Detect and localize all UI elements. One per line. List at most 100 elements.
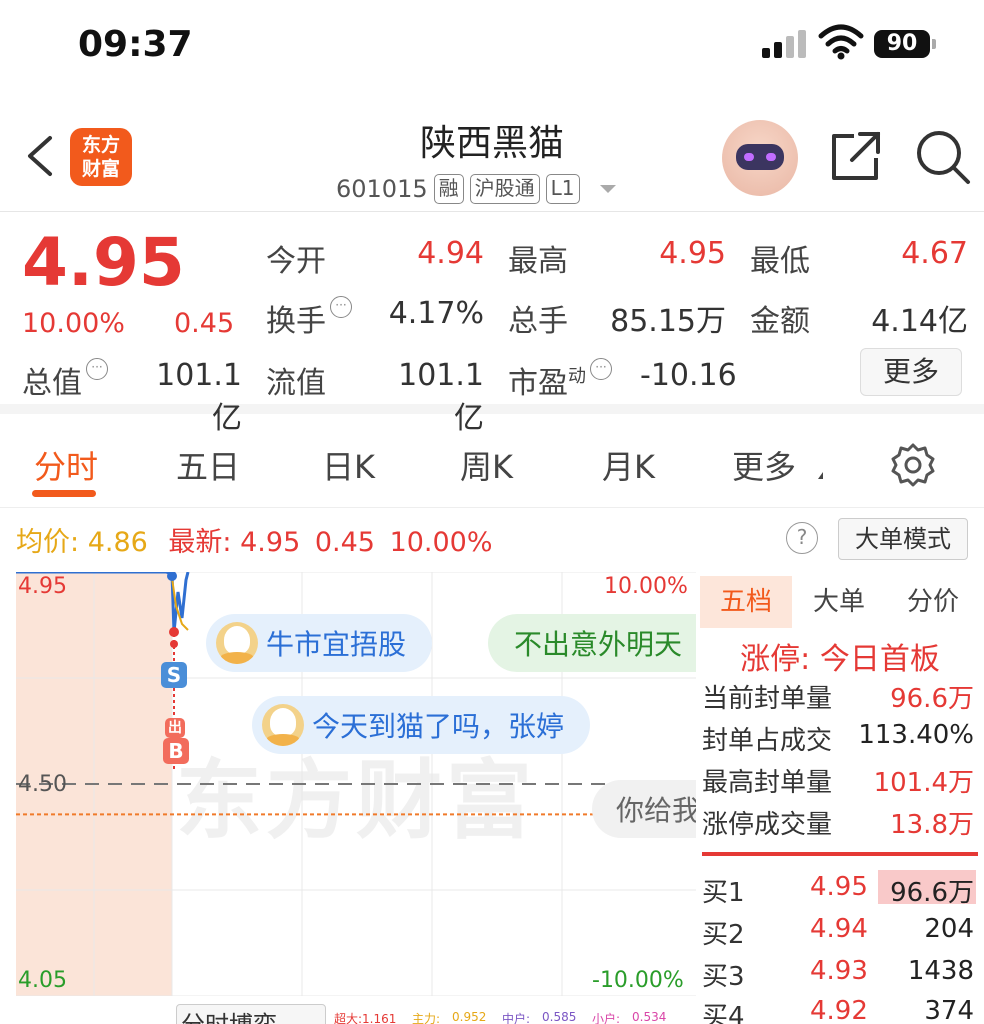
stock-code: 601015 [336, 175, 428, 203]
trade-point [169, 627, 179, 637]
volume-value: 85.15万 [610, 304, 726, 339]
share-icon[interactable] [828, 130, 884, 184]
info-icon[interactable]: ··· [330, 296, 352, 318]
tab-five-day[interactable]: 五日 [176, 442, 240, 488]
bid-price: 4.95 [810, 872, 868, 902]
high-label: 最高 [508, 244, 568, 279]
comment-bubble[interactable]: 不出意外明天 [488, 614, 696, 672]
bid-volume: 1438 [907, 956, 974, 986]
assistant-robot-avatar[interactable] [722, 120, 798, 196]
stock-sub-info[interactable]: 601015 融 沪股通 L1 [336, 172, 616, 206]
chevron-down-icon [818, 472, 823, 479]
comment-bubble[interactable]: 牛市宜捂股 [206, 614, 433, 672]
bid-volume: 374 [924, 996, 974, 1024]
seal-ratio-value: 113.40% [858, 720, 974, 750]
latest-price: 4.95 [240, 527, 301, 558]
latest-percent: 10.00% [389, 527, 493, 558]
high-value: 4.95 [659, 236, 726, 271]
seal-volume-label: 当前封单量 [702, 684, 833, 714]
flow-mid-label: 中户: [502, 1012, 531, 1024]
turnover-label: 换手 ··· [266, 296, 352, 340]
status-time: 09:37 [78, 24, 193, 65]
comment-bubble[interactable]: 今天到猫了吗，张婷 [252, 696, 591, 754]
bid-level-label: 买3 [702, 962, 745, 992]
more-quote-button[interactable]: 更多 [860, 348, 962, 396]
panel-divider [702, 852, 978, 856]
turnover-value: 4.17% [388, 296, 484, 331]
comment-text: 你给我 [616, 794, 696, 827]
level-tag: L1 [545, 174, 580, 204]
capital-flow-strip: 分时博弈 超大:1.161 主力: 0.952 中户: 0.585 小户: 0.… [176, 1004, 696, 1024]
price-summary-bar: 均价: 4.86 最新: 4.95 0.45 10.00% [16, 520, 493, 559]
bid-volume: 204 [924, 914, 974, 944]
low-label: 最低 [750, 244, 810, 279]
wifi-icon [818, 24, 864, 60]
tab-intraday[interactable]: 分时 [34, 442, 98, 488]
latest-change: 0.45 [314, 527, 375, 558]
float-cap-label: 流值 [266, 366, 326, 401]
comment-bubble[interactable]: 你给我 [592, 780, 696, 838]
bid-level-label: 买4 [702, 1002, 745, 1024]
robot-face-icon [736, 144, 784, 170]
large-order-mode-button[interactable]: 大单模式 [838, 518, 968, 560]
max-seal-value: 101.4万 [873, 768, 974, 798]
tab-large-orders[interactable]: 大单 [794, 576, 884, 628]
flow-super: 超大:1.161 [334, 1012, 397, 1024]
change-amount: 0.45 [174, 308, 235, 339]
gear-icon[interactable] [890, 442, 936, 488]
avg-label: 均价: [16, 527, 80, 558]
exit-marker[interactable]: 出 [165, 718, 185, 738]
connect-tag: 沪股通 [469, 174, 540, 204]
info-icon[interactable]: ··· [590, 358, 612, 380]
battery-indicator: 90 [874, 30, 936, 58]
limit-volume-value: 13.8万 [890, 810, 974, 840]
rabbit-avatar-icon [262, 704, 304, 746]
tab-monthly-k[interactable]: 月K [602, 442, 655, 488]
bid-price: 4.93 [810, 956, 868, 986]
tab-weekly-k[interactable]: 周K [460, 442, 513, 488]
amount-label: 金额 [750, 304, 810, 339]
seal-ratio-label: 封单占成交 [702, 726, 833, 756]
buy-marker[interactable]: B [163, 738, 189, 764]
max-seal-label: 最高封单量 [702, 768, 833, 798]
tab-price-distribution[interactable]: 分价 [886, 576, 980, 628]
flow-small-value: 0.534 [632, 1010, 667, 1024]
limit-up-title: 涨停: 今日首板 [740, 642, 940, 677]
bid-level-label: 买1 [702, 878, 745, 908]
quote-panel: 4.95 10.00% 0.45 今开 4.94 最高 4.95 最低 4.67… [0, 214, 984, 436]
flow-main-label: 主力: [412, 1012, 441, 1024]
help-icon[interactable]: ? [786, 522, 818, 554]
info-icon[interactable]: ··· [86, 358, 108, 380]
bid-volume: 96.6万 [890, 878, 974, 908]
active-tab-indicator [32, 490, 96, 497]
y-axis-bottom-label: 4.05 [18, 968, 67, 993]
flow-main-value: 0.952 [452, 1010, 487, 1024]
flow-small-label: 小户: [592, 1012, 621, 1024]
order-book-panel: 五档 大单 分价 涨停: 今日首板 当前封单量 96.6万 封单占成交 113.… [696, 572, 984, 1024]
intraday-game-button[interactable]: 分时博弈 [176, 1004, 326, 1024]
bid-price: 4.94 [810, 914, 868, 944]
comment-text: 今天到猫了吗，张婷 [312, 710, 565, 743]
open-label: 今开 [266, 244, 326, 279]
pct-axis-top-label: 10.00% [604, 574, 688, 599]
comment-text: 牛市宜捂股 [266, 628, 407, 661]
y-axis-top-label: 4.95 [18, 574, 67, 599]
pe-value: -10.16 [640, 358, 737, 393]
tab-more[interactable]: 更多 [732, 442, 796, 488]
limit-volume-label: 涨停成交量 [702, 810, 833, 840]
sell-marker[interactable]: S [161, 662, 187, 688]
volume-label: 总手 [508, 304, 568, 339]
tab-daily-k[interactable]: 日K [322, 442, 375, 488]
bid-level-label: 买2 [702, 920, 745, 950]
amount-value: 4.14亿 [871, 304, 968, 339]
low-value: 4.67 [901, 236, 968, 271]
bid-price: 4.92 [810, 996, 868, 1024]
change-percent: 10.00% [22, 308, 125, 339]
margin-tag: 融 [433, 174, 464, 204]
tab-five-levels[interactable]: 五档 [700, 576, 792, 628]
chevron-down-icon[interactable] [599, 185, 616, 193]
search-icon[interactable] [914, 128, 972, 186]
total-cap-label: 总值 ··· [22, 358, 108, 402]
comment-text: 不出意外明天 [514, 628, 683, 661]
status-bar: 09:37 90 [0, 0, 984, 90]
